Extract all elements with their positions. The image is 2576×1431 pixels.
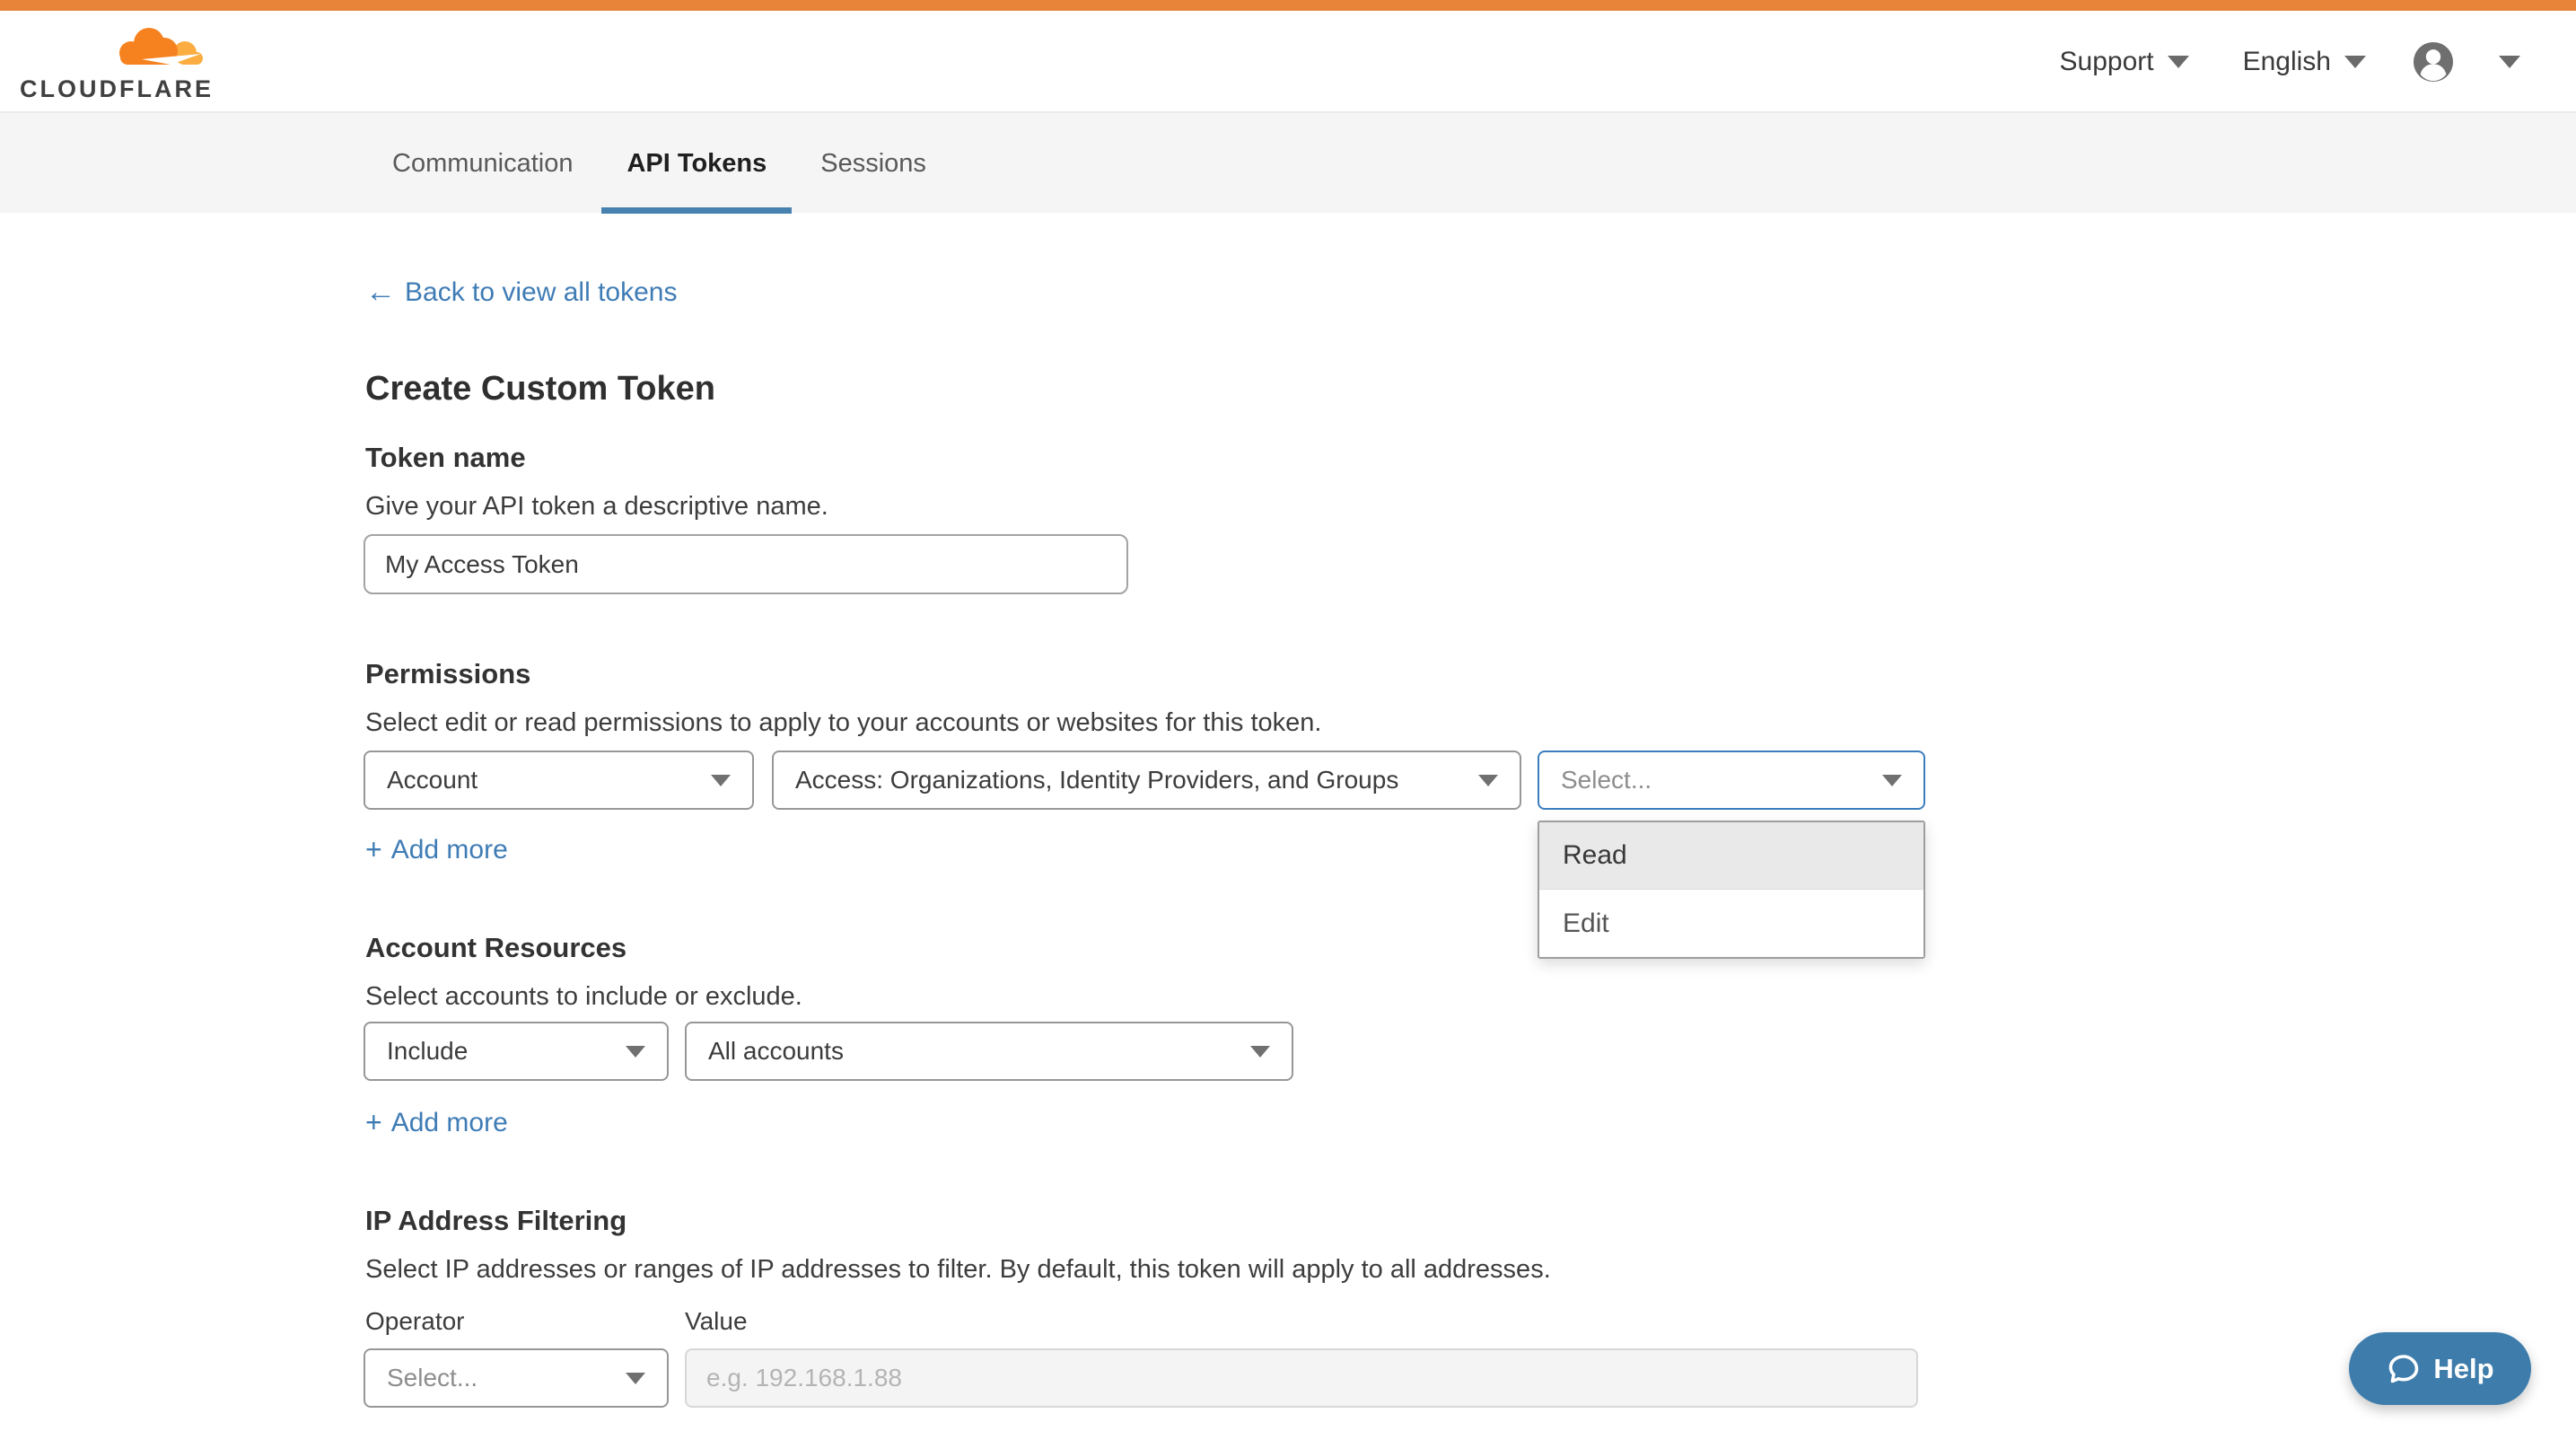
left-arrow-icon: ← <box>365 275 396 310</box>
top-accent-bar <box>0 0 2576 11</box>
chat-bubble-icon <box>2386 1351 2422 1387</box>
menu-option-edit[interactable]: Edit <box>1539 890 1923 957</box>
ip-value-input <box>685 1348 1918 1408</box>
logo-wordmark: CLOUDFLARE <box>20 75 210 103</box>
token-name-input[interactable] <box>364 534 1128 594</box>
permissions-heading: Permissions <box>365 658 530 690</box>
account-resources-accounts-value: All accounts <box>708 1037 844 1066</box>
help-label: Help <box>2433 1353 2493 1385</box>
account-resources-accounts-select[interactable]: All accounts <box>685 1022 1293 1081</box>
ip-filtering-description: Select IP addresses or ranges of IP addr… <box>365 1255 1551 1285</box>
permission-resource-select[interactable]: Access: Organizations, Identity Provider… <box>772 751 1521 810</box>
permissions-add-more-link[interactable]: + Add more <box>365 833 508 866</box>
chevron-down-icon <box>1250 1046 1270 1058</box>
cloudflare-cloud-icon <box>115 23 208 74</box>
account-resources-description: Select accounts to include or exclude. <box>365 982 802 1012</box>
chevron-down-icon <box>1478 775 1498 786</box>
chevron-down-icon <box>2168 56 2189 68</box>
token-name-description: Give your API token a descriptive name. <box>365 492 828 522</box>
menu-option-read[interactable]: Read <box>1539 822 1923 890</box>
tab-sessions[interactable]: Sessions <box>795 113 951 214</box>
cloudflare-logo[interactable]: CLOUDFLARE <box>20 23 210 103</box>
chevron-down-icon <box>1882 775 1902 786</box>
chevron-down-icon <box>2499 56 2520 68</box>
account-resources-mode-value: Include <box>387 1037 468 1066</box>
plus-icon: + <box>365 1106 382 1139</box>
back-to-tokens-link[interactable]: ← Back to view all tokens <box>365 275 677 310</box>
help-button[interactable]: Help <box>2349 1332 2531 1405</box>
support-label: Support <box>2060 47 2154 77</box>
permission-level-menu: Read Edit <box>1538 821 1925 959</box>
page-title: Create Custom Token <box>365 370 715 408</box>
plus-icon: + <box>365 833 382 866</box>
ip-operator-select[interactable]: Select... <box>364 1348 669 1408</box>
ip-filtering-heading: IP Address Filtering <box>365 1205 626 1237</box>
tab-api-tokens[interactable]: API Tokens <box>601 113 792 214</box>
operator-label: Operator <box>365 1307 465 1336</box>
permissions-description: Select edit or read permissions to apply… <box>365 708 1321 738</box>
support-dropdown[interactable]: Support <box>2060 47 2189 77</box>
header: CLOUDFLARE Support English <box>0 11 2576 112</box>
user-avatar-icon <box>2413 41 2454 83</box>
account-resources-mode-select[interactable]: Include <box>364 1022 669 1081</box>
account-menu[interactable] <box>2413 41 2520 83</box>
chevron-down-icon <box>626 1373 645 1384</box>
chevron-down-icon <box>2344 56 2366 68</box>
permission-resource-value: Access: Organizations, Identity Provider… <box>795 766 1398 795</box>
token-name-heading: Token name <box>365 442 526 474</box>
header-controls: Support English <box>2060 11 2520 112</box>
permission-scope-select[interactable]: Account <box>364 751 754 810</box>
add-more-label: Add more <box>391 835 508 865</box>
tabs: Communication API Tokens Sessions <box>367 113 951 214</box>
ip-operator-placeholder: Select... <box>387 1364 478 1392</box>
value-label: Value <box>685 1307 748 1336</box>
account-resources-heading: Account Resources <box>365 932 626 964</box>
add-more-label: Add more <box>391 1108 508 1138</box>
tab-bar: Communication API Tokens Sessions <box>0 112 2576 213</box>
permission-level-placeholder: Select... <box>1561 766 1652 795</box>
account-resources-add-more-link[interactable]: + Add more <box>365 1106 508 1139</box>
permission-scope-value: Account <box>387 766 478 795</box>
chevron-down-icon <box>711 775 731 786</box>
permission-level-select[interactable]: Select... <box>1538 751 1925 810</box>
tab-communication[interactable]: Communication <box>367 113 598 214</box>
language-label: English <box>2243 47 2331 77</box>
language-dropdown[interactable]: English <box>2243 47 2366 77</box>
back-link-label: Back to view all tokens <box>405 277 677 308</box>
chevron-down-icon <box>626 1046 645 1058</box>
